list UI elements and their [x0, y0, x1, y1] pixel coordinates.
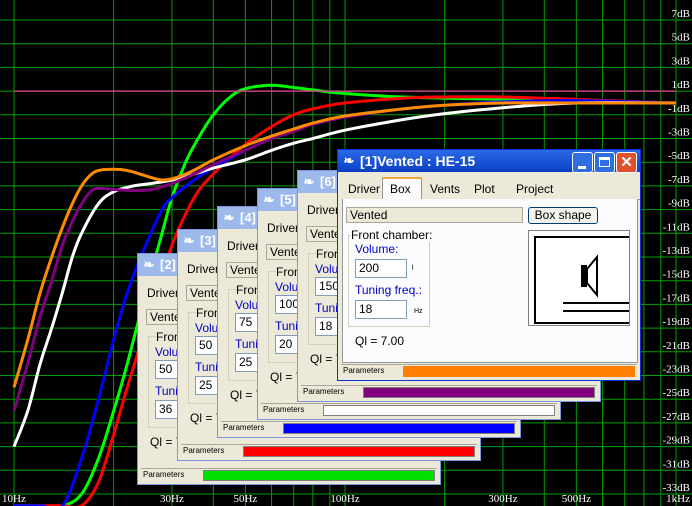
app-icon: ❧	[263, 192, 275, 207]
tab-driver[interactable]: Driver	[348, 182, 380, 196]
tuning-freq-label: Tuning freq.:	[355, 283, 422, 297]
speaker-box-diagram	[534, 236, 640, 324]
tuning-freq-unit: Hz	[414, 308, 423, 315]
series-color-bar	[363, 387, 595, 398]
tuning-freq-label: Tuni	[155, 384, 178, 398]
x-tick-label: 30Hz	[160, 493, 184, 505]
volume-label: Volu	[155, 345, 179, 359]
y-tick-label: -23dB	[663, 364, 691, 376]
y-tick-label: 1dB	[672, 79, 690, 91]
status-label: Parameters	[343, 366, 385, 375]
y-tick-label: -27dB	[663, 411, 691, 423]
status-label: Parameters	[143, 470, 185, 479]
y-tick-label: -21dB	[663, 340, 691, 352]
app-icon: ❧	[223, 210, 235, 225]
close-button[interactable]: ✕	[616, 152, 637, 173]
app-icon: ❧	[143, 257, 155, 272]
x-tick-label: 10Hz	[2, 493, 26, 505]
maximize-icon	[599, 157, 610, 167]
y-tick-label: 5dB	[672, 32, 690, 44]
app-icon: ❧	[343, 153, 355, 168]
status-label: Parameters	[183, 446, 225, 455]
y-axis-labels: 7dB 5dB 3dB 1dB -1dB -3dB -5dB -7dB -9dB -11dB -13…	[663, 8, 691, 494]
tab-box-active[interactable]: Box	[382, 177, 422, 199]
y-tick-label: -25dB	[663, 387, 691, 399]
y-tick-label: -15dB	[663, 269, 691, 281]
x-tick-label: 50Hz	[233, 493, 257, 505]
tuning-freq-input[interactable]: 18	[355, 300, 407, 319]
status-label: Parameters	[223, 423, 265, 432]
x-tick-label: 500Hz	[562, 493, 591, 505]
y-tick-label: -19dB	[663, 316, 691, 328]
child-window-title: [4]	[240, 210, 256, 225]
y-tick-label: -7dB	[668, 174, 690, 186]
child-window-title: [6]	[320, 174, 336, 189]
minimize-icon	[578, 166, 586, 169]
series-color-bar	[243, 446, 475, 457]
y-tick-label: -11dB	[663, 221, 690, 233]
y-tick-label: -1dB	[668, 103, 690, 115]
y-tick-label: 7dB	[672, 8, 690, 20]
tab-driver[interactable]: Driver	[187, 262, 219, 276]
status-bar: Parameters	[261, 403, 557, 417]
child-window-title: [3]	[200, 233, 216, 248]
tuning-freq-label: Tuni	[235, 337, 258, 351]
y-tick-label: -31dB	[663, 458, 691, 470]
series-color-bar	[203, 470, 435, 481]
child-window-title: [2]	[160, 257, 176, 272]
status-bar: Parameters	[301, 385, 597, 399]
box-shape-preview	[528, 230, 640, 326]
x-axis-labels: 10Hz 30Hz 50Hz 100Hz 300Hz 500Hz 1kHz	[2, 493, 690, 505]
box-type-field[interactable]: Vented	[346, 207, 523, 223]
series-color-bar	[323, 405, 555, 416]
x-tick-label: 1kHz	[666, 493, 690, 505]
status-label: Parameters	[303, 387, 345, 396]
close-icon: ✕	[620, 154, 633, 171]
volume-input[interactable]: 200	[355, 259, 407, 278]
status-label: Parameters	[263, 405, 305, 414]
tuning-freq-label: Tuni	[195, 360, 218, 374]
volume-label: Volume:	[355, 242, 399, 256]
app-icon: ❧	[183, 233, 195, 248]
child-window-title: [5]	[280, 192, 296, 207]
series-color-bar	[403, 366, 635, 377]
box-shape-button[interactable]: Box shape	[528, 207, 598, 224]
x-tick-label: 300Hz	[488, 493, 517, 505]
series-color-bar	[283, 423, 515, 434]
tuning-freq-label: Tuni	[275, 319, 298, 333]
maximize-button[interactable]	[594, 152, 615, 173]
tab-driver[interactable]: Driver	[227, 239, 259, 253]
tab-driver[interactable]: Driver	[267, 221, 299, 235]
tab-plot[interactable]: Plot	[474, 182, 495, 196]
y-tick-label: 3dB	[672, 55, 690, 67]
tuning-freq-label: Tuni	[315, 301, 338, 315]
tab-driver[interactable]: Driver	[307, 203, 339, 217]
volume-unit: l	[412, 265, 414, 272]
volume-label: Volu	[195, 321, 219, 335]
minimize-button[interactable]	[572, 152, 593, 173]
x-tick-label: 100Hz	[330, 493, 359, 505]
main-window[interactable]: ❧ [1]Vented : HE-15 ✕ Driver Box Vents P…	[337, 149, 641, 381]
volume-label: Volu	[315, 262, 339, 276]
main-window-title: [1]Vented : HE-15	[360, 153, 476, 169]
y-tick-label: -29dB	[663, 435, 691, 447]
status-bar: Parameters	[341, 364, 637, 378]
y-tick-label: -5dB	[668, 150, 690, 162]
volume-label: Volu	[275, 280, 299, 294]
status-bar: Parameters	[181, 444, 477, 458]
app-icon: ❧	[303, 174, 315, 189]
y-tick-label: -17dB	[663, 292, 691, 304]
front-chamber-label: Front chamber:	[351, 228, 433, 242]
tab-driver[interactable]: Driver	[147, 286, 179, 300]
status-bar: Parameters	[221, 421, 517, 435]
tab-project[interactable]: Project	[516, 182, 553, 196]
y-tick-label: -13dB	[663, 245, 691, 257]
y-tick-label: -3dB	[668, 127, 690, 139]
volume-label: Volu	[235, 298, 259, 312]
y-tick-label: -9dB	[668, 198, 690, 210]
tab-vents[interactable]: Vents	[430, 182, 460, 196]
status-bar: Parameters	[141, 468, 437, 482]
ql-value: Ql = 7.00	[355, 334, 405, 348]
tab-box-label: Box	[390, 182, 411, 196]
